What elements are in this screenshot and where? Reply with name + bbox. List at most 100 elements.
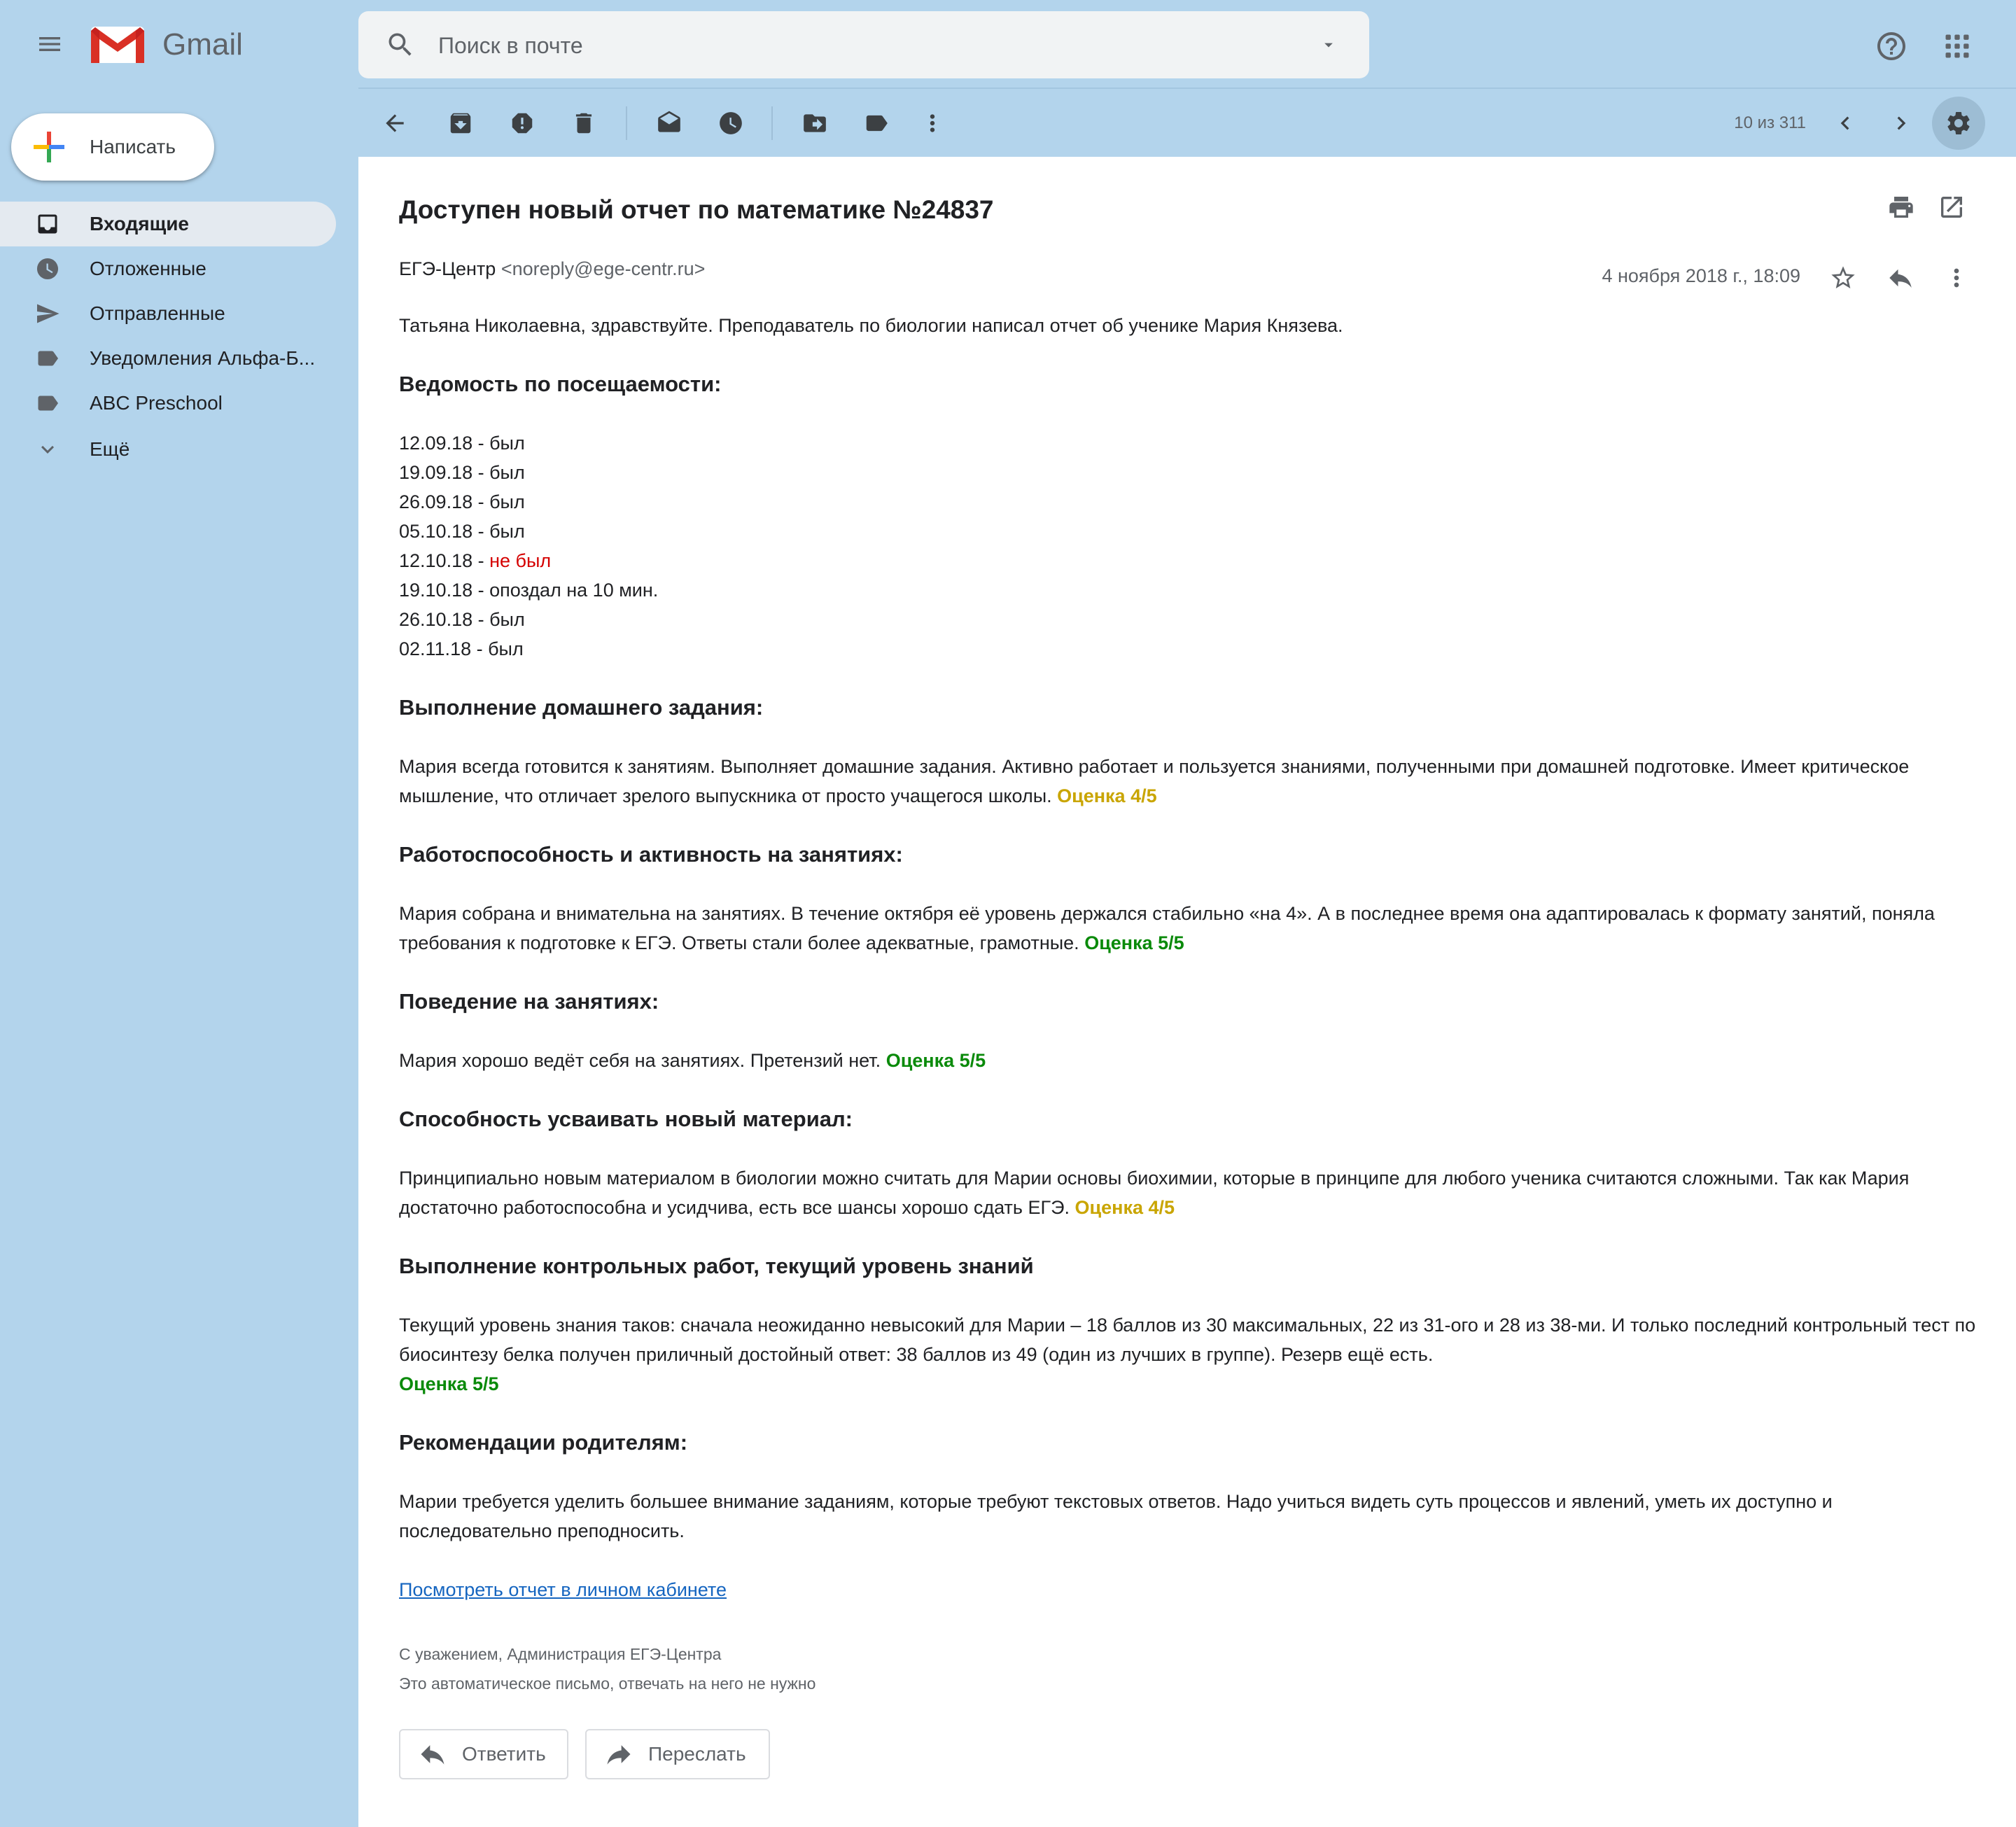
attendance-status: был [489,491,525,512]
section-body: Текущий уровень знания таков: сначала не… [399,1315,1976,1365]
mark-unread-icon[interactable] [647,101,692,146]
reply-button-label: Ответить [462,1743,546,1765]
print-icon[interactable] [1882,188,1921,227]
label-icon [35,391,60,416]
section-text: Мария хорошо ведёт себя на занятиях. Пре… [399,1046,1981,1075]
search-input[interactable] [437,25,1266,66]
greeting: Татьяна Николаевна, здравствуйте. Препод… [399,315,1343,336]
attendance-status: был [489,521,525,542]
attendance-row: 26.09.18 - был [399,487,1981,517]
delete-icon[interactable] [561,101,606,146]
reply-icon[interactable] [1882,260,1919,295]
inbox-icon [35,211,60,237]
attendance-status: опоздал на 10 мин. [489,580,659,601]
sidebar-item-inbox[interactable]: Входящие [0,202,336,246]
grade-badge: Оценка 4/5 [1057,785,1157,806]
reply-icon [417,1739,448,1770]
sidebar-item-more[interactable]: Ещё [0,427,336,472]
email-subject: Доступен новый отчет по математике №2483… [399,195,994,224]
settings-icon[interactable] [1932,97,1985,150]
compose-label: Написать [90,136,176,158]
forward-button[interactable]: Переслать [585,1729,770,1779]
attendance-status: был [489,433,525,454]
more-vert-icon[interactable] [1939,260,1974,295]
snooze-icon[interactable] [708,101,753,146]
attendance-date: 26.10.18 - [399,609,490,630]
email-body: Татьяна Николаевна, здравствуйте. Препод… [399,311,1981,1698]
more-vert-icon[interactable] [910,101,955,146]
attendance-date: 02.11.18 - [399,638,489,659]
section-body: Марии требуется уделить большее внимание… [399,1491,1833,1541]
grade-badge: Оценка 4/5 [1074,1197,1175,1218]
label-icon[interactable] [854,101,899,146]
sidebar-item-snoozed[interactable]: Отложенные [0,246,336,291]
compose-plus-icon [32,130,66,164]
attendance-status: был [488,638,524,659]
sidebar-item-label: Отправленные [90,302,225,324]
grade-badge: Оценка 5/5 [399,1373,499,1394]
send-icon [35,301,60,326]
attendance-date: 19.09.18 - [399,462,490,483]
attendance-row: 26.10.18 - был [399,605,1981,634]
open-in-new-window-icon[interactable] [1932,188,1971,227]
forward-button-label: Переслать [648,1743,746,1765]
section-heading: Выполнение домашнего задания: [399,695,764,720]
sidebar-item-alfa-notifications[interactable]: Уведомления Альфа-Б... [0,336,336,381]
sidebar-item-label: Ещё [90,438,130,460]
move-to-icon[interactable] [792,101,837,146]
section-text: Мария собрана и внимательна на занятиях.… [399,899,1981,958]
forward-icon [603,1739,634,1770]
section-heading: Способность усваивать новый материал: [399,1107,853,1131]
view-report-link[interactable]: Посмотреть отчет в личном кабинете [399,1575,727,1604]
grade-badge: Оценка 5/5 [1084,932,1184,953]
reply-button[interactable]: Ответить [399,1729,568,1779]
compose-button[interactable]: Написать [11,113,214,181]
sidebar-item-label: Уведомления Альфа-Б... [90,347,316,369]
back-arrow-icon[interactable] [372,101,417,146]
label-icon [35,346,60,371]
help-icon[interactable] [1870,25,1912,67]
section-heading: Поведение на занятиях: [399,989,659,1014]
attendance-heading: Ведомость по посещаемости: [399,372,722,396]
apps-grid-icon[interactable] [1936,25,1978,67]
signature-line: С уважением, Администрация ЕГЭ-Центра [399,1645,722,1663]
attendance-row: 19.09.18 - был [399,458,1981,487]
toolbar-divider [771,106,773,140]
section-body: Мария хорошо ведёт себя на занятиях. Пре… [399,1050,881,1071]
search-icon[interactable] [384,28,417,62]
sidebar-item-label: Отложенные [90,258,206,279]
topbar-divider [358,88,2016,89]
main-menu-icon[interactable] [27,21,73,67]
chevron-down-icon [35,437,60,462]
email-date: 4 ноября 2018 г., 18:09 [1602,265,1800,286]
gmail-logo-icon[interactable] [90,24,146,66]
sender-name[interactable]: ЕГЭ-Центр [399,258,496,279]
section-text: Принципиально новым материалом в биологи… [399,1163,1981,1222]
attendance-row: 12.10.18 - не был [399,546,1981,575]
grade-badge: Оценка 5/5 [886,1050,986,1071]
attendance-status-absent: не был [489,550,552,571]
attendance-row: 12.09.18 - был [399,428,1981,458]
attendance-date: 12.10.18 - [399,550,490,571]
archive-icon[interactable] [438,101,483,146]
attendance-row: 19.10.18 - опоздал на 10 мин. [399,575,1981,605]
search-bar[interactable] [358,11,1369,78]
sidebar-item-label: Входящие [90,213,189,234]
attendance-date: 05.10.18 - [399,521,490,542]
sidebar-item-sent[interactable]: Отправленные [0,291,336,336]
section-text: Текущий уровень знания таков: сначала не… [399,1310,1981,1399]
section-heading: Выполнение контрольных работ, текущий ур… [399,1254,1034,1278]
chevron-left-icon[interactable] [1823,101,1868,146]
section-text: Марии требуется уделить большее внимание… [399,1487,1981,1546]
sidebar-item-abc-preschool[interactable]: ABC Preschool [0,381,336,426]
search-options-dropdown-icon[interactable] [1312,28,1345,62]
attendance-list: 12.09.18 - был 19.09.18 - был 26.09.18 -… [399,428,1981,664]
chevron-right-icon[interactable] [1879,101,1924,146]
pagination-count: 10 из 311 [1734,113,1806,132]
attendance-status: был [489,609,525,630]
clock-icon [35,256,60,281]
report-spam-icon[interactable] [500,101,545,146]
signature: С уважением, Администрация ЕГЭ-Центра Эт… [399,1639,1981,1698]
star-icon[interactable] [1826,260,1861,295]
attendance-row: 05.10.18 - был [399,517,1981,546]
